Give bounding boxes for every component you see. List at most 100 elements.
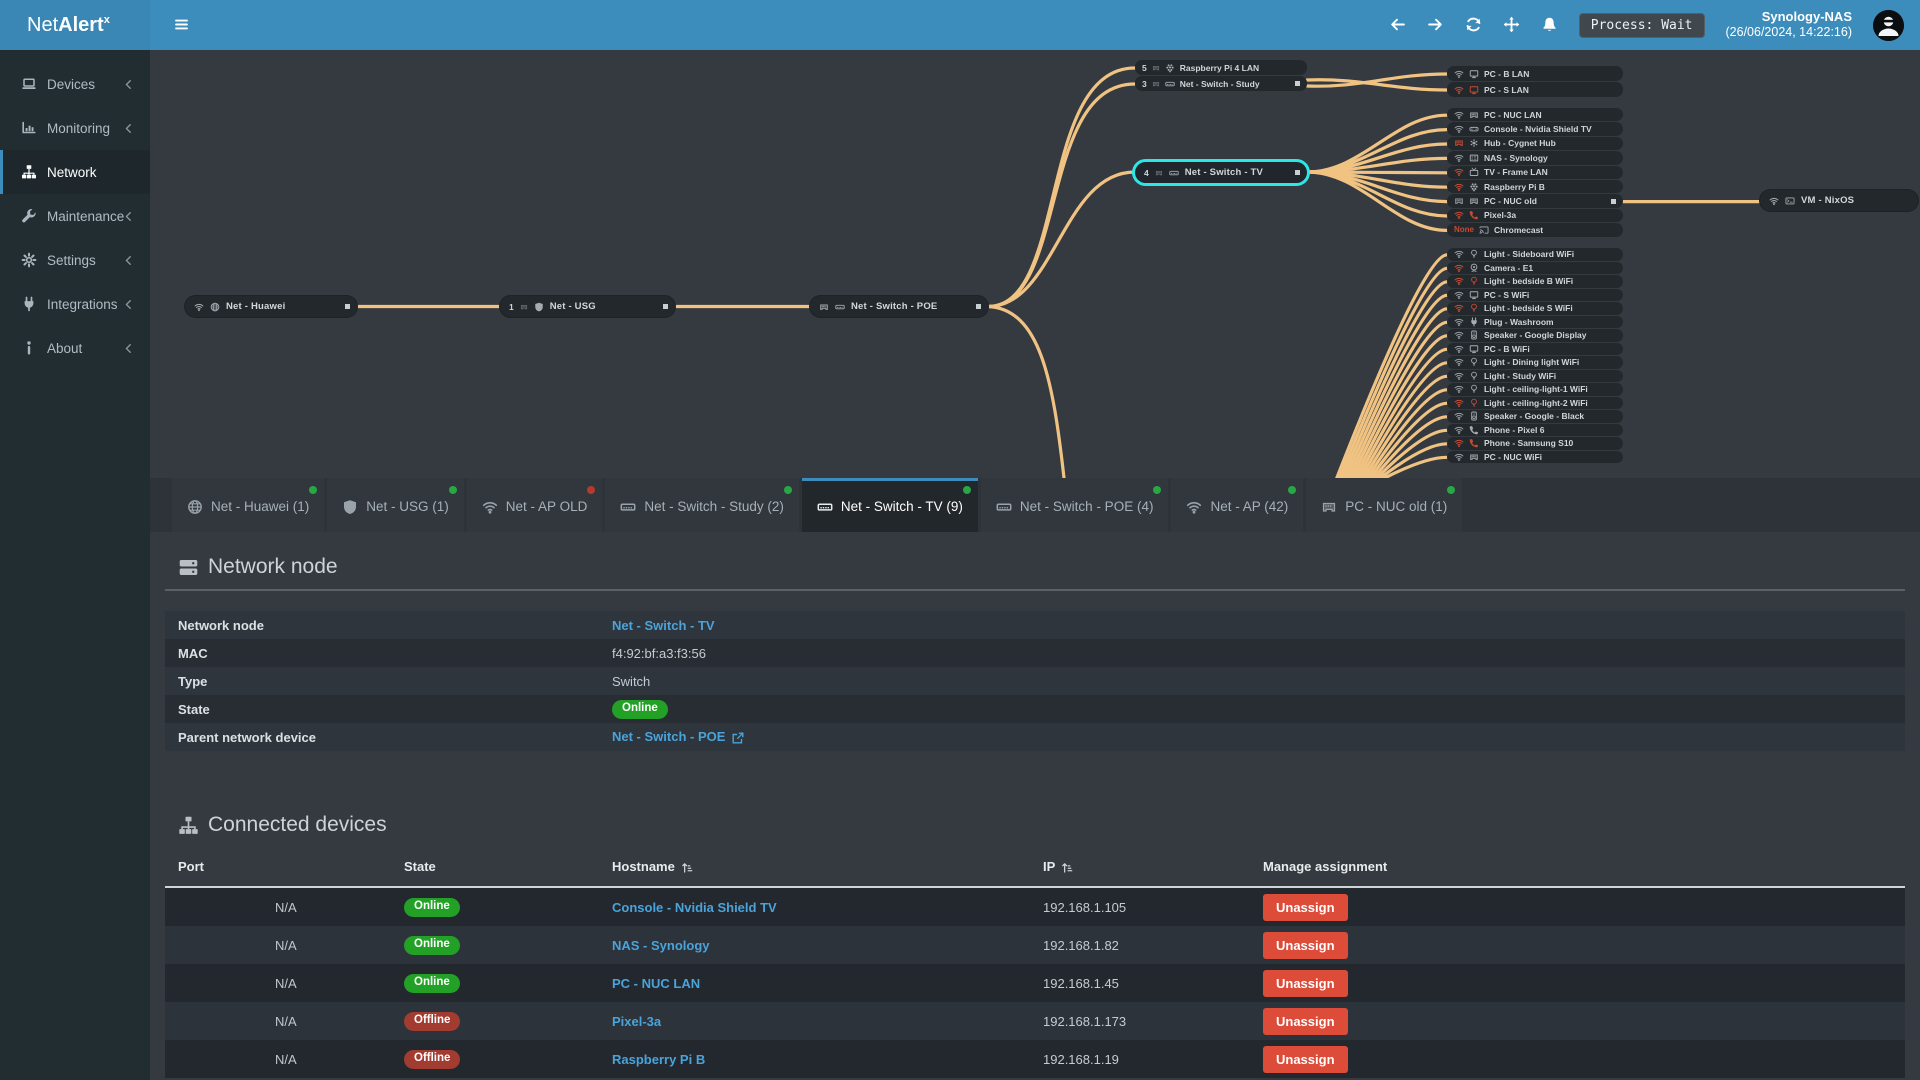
monitor-icon (1469, 85, 1479, 95)
topology-device-pc-nuc-lan[interactable]: PC - NUC LAN (1447, 108, 1623, 122)
state-badge: Online (404, 935, 460, 955)
navbar-arrow-left-button[interactable] (1389, 16, 1406, 34)
topology-node-vm-nixos[interactable]: VM - NixOS (1760, 190, 1918, 211)
topology-device-pc-b-wifi[interactable]: PC - B WiFi (1447, 342, 1623, 355)
gear-icon (21, 252, 37, 268)
detail-value: f4:92:bf:a3:f3:56 (612, 646, 1905, 661)
detail-value-link[interactable]: Net - Switch - TV (612, 618, 715, 633)
topology-device-phone-pixel-6[interactable]: Phone - Pixel 6 (1447, 423, 1623, 436)
tab-net-switch-poe-4[interactable]: Net - Switch - POE (4) (980, 478, 1169, 532)
app-logo[interactable]: Net Alert x (0, 0, 150, 50)
topology-device-pc-b-lan[interactable]: PC - B LAN (1447, 66, 1623, 81)
topology-device-plug-washroom[interactable]: Plug - Washroom (1447, 315, 1623, 328)
device-label: Light - Study WiFi (1484, 370, 1557, 381)
topology-node-net-switch-tv[interactable]: 4 Net - Switch - TV (1135, 162, 1307, 183)
topology-node-net-usg[interactable]: 1 Net - USG (500, 296, 675, 317)
topology-device-raspberry-pi-b[interactable]: Raspberry Pi B (1447, 179, 1623, 194)
topology-device-pixel-3a[interactable]: Pixel-3a (1447, 208, 1623, 223)
topology-device-speaker-google-display[interactable]: Speaker - Google Display (1447, 329, 1623, 342)
process-status-badge: Process: Wait (1578, 12, 1705, 38)
user-avatar[interactable] (1873, 9, 1904, 41)
topology-device-light-sideboard-wifi[interactable]: Light - Sideboard WiFi (1447, 248, 1623, 261)
hostname-link[interactable]: Pixel-3a (612, 1014, 661, 1029)
tab-net-ap-old[interactable]: Net - AP OLD (466, 478, 603, 532)
sidebar-item-settings[interactable]: Settings (0, 238, 150, 282)
sidebar-item-maintenance[interactable]: Maintenance (0, 194, 150, 238)
switch-icon (835, 302, 845, 312)
bulb-icon (1469, 357, 1479, 367)
sidebar-item-network[interactable]: Network (0, 150, 150, 194)
sidebar-toggle-button[interactable] (173, 16, 190, 34)
console-icon (1469, 124, 1479, 134)
topology-device-net-switch-study[interactable]: 3 Net - Switch - Study (1135, 76, 1307, 91)
topology-device-pc-s-lan[interactable]: PC - S LAN (1447, 82, 1623, 97)
hostname-link[interactable]: PC - NUC LAN (612, 976, 700, 991)
sidebar-item-about[interactable]: About (0, 326, 150, 370)
navbar-move-button[interactable] (1503, 16, 1520, 34)
topology-device-light-bedside-b-wifi[interactable]: Light - bedside B WiFi (1447, 275, 1623, 288)
cell-ip: 192.168.1.45 (1043, 975, 1119, 991)
topology-device-light-study-wifi[interactable]: Light - Study WiFi (1447, 369, 1623, 382)
detail-value[interactable]: Net - Switch - TV (612, 618, 1905, 633)
topology-device-tv-frame-lan[interactable]: TV - Frame LAN (1447, 165, 1623, 179)
tab-net-ap-42[interactable]: Net - AP (42) (1171, 478, 1304, 532)
monitor-icon (1469, 344, 1479, 354)
topology-device-hub-cygnet-hub[interactable]: Hub - Cygnet Hub (1447, 136, 1623, 151)
detail-row-state: State Online (165, 695, 1905, 723)
hostname-link[interactable]: Console - Nvidia Shield TV (612, 900, 777, 915)
device-label: Speaker - Google Display (1484, 330, 1587, 341)
unassign-button[interactable]: Unassign (1263, 893, 1348, 921)
unassign-button[interactable]: Unassign (1263, 1007, 1348, 1035)
sidebar-item-monitoring[interactable]: Monitoring (0, 106, 150, 150)
navbar-arrow-right-button[interactable] (1427, 16, 1444, 34)
wifi-icon (1454, 153, 1464, 163)
topology-device-light-bedside-s-wifi[interactable]: Light - bedside S WiFi (1447, 302, 1623, 315)
topology-device-chromecast[interactable]: None Chromecast (1447, 223, 1623, 237)
topology-device-light-ceiling-light-2-wifi[interactable]: Light - ceiling-light-2 WiFi (1447, 396, 1623, 409)
topology-device-console-nvidia-shield-tv[interactable]: Console - Nvidia Shield TV (1447, 122, 1623, 136)
tab-net-switch-study-2[interactable]: Net - Switch - Study (2) (605, 478, 799, 532)
topology-device-light-dining-light-wifi[interactable]: Light - Dining light WiFi (1447, 356, 1623, 369)
topology-device-raspberry-pi-4-lan[interactable]: 5 Raspberry Pi 4 LAN (1135, 60, 1307, 75)
device-label: PC - S WiFi (1484, 289, 1530, 300)
wifi-icon (1186, 499, 1202, 515)
topology-device-light-ceiling-light-1-wifi[interactable]: Light - ceiling-light-1 WiFi (1447, 383, 1623, 396)
wifi-icon (1454, 425, 1464, 435)
unassign-button[interactable]: Unassign (1263, 1045, 1348, 1073)
network-topology-canvas[interactable]: Net - Huawei 1 Net - USG Net - Switch - POE… (150, 50, 1920, 478)
switch-icon (620, 499, 636, 515)
topology-device-phone-samsung-s10[interactable]: Phone - Samsung S10 (1447, 437, 1623, 450)
sidebar-item-label: Devices (47, 76, 96, 92)
status-dot-green (962, 486, 971, 494)
device-label: Pixel-3a (1484, 210, 1517, 221)
device-label: Console - Nvidia Shield TV (1484, 124, 1592, 135)
hostname-link[interactable]: Raspberry Pi B (612, 1052, 705, 1067)
tab-net-switch-tv-9[interactable]: Net - Switch - TV (9) (801, 478, 978, 532)
topology-device-pc-nuc-old[interactable]: PC - NUC old (1447, 194, 1623, 208)
tab-net-huawei-1[interactable]: Net - Huawei (1) (172, 478, 325, 532)
tab-pc-nuc-old-1[interactable]: PC - NUC old (1) (1306, 478, 1463, 532)
topology-edge (1305, 156, 1449, 174)
topology-device-nas-synology[interactable]: NAS - Synology (1447, 151, 1623, 165)
device-label: Net - Switch - POE (851, 301, 938, 312)
topology-node-net-switch-poe[interactable]: Net - Switch - POE (810, 296, 988, 317)
sidebar-item-devices[interactable]: Devices (0, 62, 150, 106)
topology-device-camera-e1[interactable]: Camera - E1 (1447, 261, 1623, 274)
topology-device-speaker-google-black[interactable]: Speaker - Google - Black (1447, 410, 1623, 423)
unassign-button[interactable]: Unassign (1263, 931, 1348, 959)
host-timestamp: (26/06/2024, 14:22:16) (1725, 25, 1853, 40)
wifi-icon (1454, 276, 1464, 286)
sidebar-item-integrations[interactable]: Integrations (0, 282, 150, 326)
unassign-button[interactable]: Unassign (1263, 969, 1348, 997)
detail-value[interactable]: Net - Switch - POE (612, 729, 1905, 745)
topology-device-pc-s-wifi[interactable]: PC - S WiFi (1447, 288, 1623, 301)
navbar-bell-button[interactable] (1541, 16, 1558, 34)
hostname-link[interactable]: NAS - Synology (612, 938, 710, 953)
navbar-refresh-button[interactable] (1465, 16, 1482, 34)
tab-net-usg-1[interactable]: Net - USG (1) (327, 478, 464, 532)
status-dot-green (309, 486, 318, 494)
detail-value-text: f4:92:bf:a3:f3:56 (612, 645, 706, 661)
topology-device-pc-nuc-wifi[interactable]: PC - NUC WiFi (1447, 450, 1623, 463)
topology-node-net-huawei[interactable]: Net - Huawei (185, 296, 357, 317)
detail-value-link[interactable]: Net - Switch - POE (612, 729, 725, 744)
